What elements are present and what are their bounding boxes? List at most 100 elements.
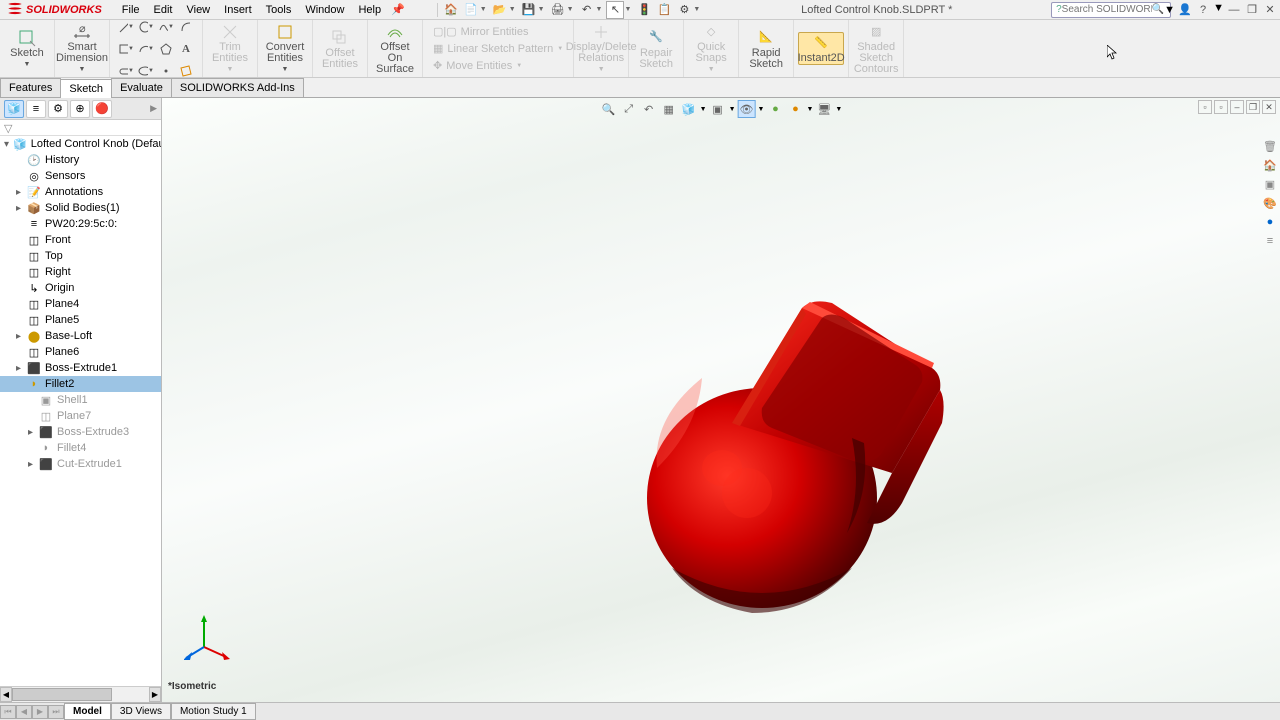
tree-solid-bodies[interactable]: ▸📦Solid Bodies(1) <box>0 200 161 216</box>
tree-root[interactable]: ▾🧊Lofted Control Knob (Default<<Default <box>0 136 161 152</box>
tree-material[interactable]: ≡PW20:29:5c:0: <box>0 216 161 232</box>
line-icon[interactable]: ▼ <box>118 19 134 35</box>
panel-next-icon[interactable]: ▶ <box>150 103 157 114</box>
instant2d-button[interactable]: 📏Instant2D <box>798 32 844 65</box>
page-prev-icon[interactable]: ◀ <box>16 705 32 719</box>
home-icon[interactable]: 🏠 <box>442 1 460 19</box>
scene-icon[interactable]: ● <box>786 100 804 118</box>
view-triad[interactable] <box>184 612 234 662</box>
tree-fillet4[interactable]: ◗Fillet4 <box>0 440 161 456</box>
tree-top[interactable]: ◫Top <box>0 248 161 264</box>
rapid-sketch-button[interactable]: 📐Rapid Sketch <box>743 28 789 70</box>
tree-boss-extrude1[interactable]: ▸⬛Boss-Extrude1 <box>0 360 161 376</box>
tab-addins[interactable]: SOLIDWORKS Add-Ins <box>171 78 304 97</box>
tab-sketch[interactable]: Sketch <box>60 79 112 98</box>
panel-tab-property[interactable]: ≡ <box>26 100 46 118</box>
search-input[interactable] <box>1062 4 1152 15</box>
page-last-icon[interactable]: ⏭ <box>48 705 64 719</box>
restore-icon[interactable]: ❐ <box>1244 2 1260 18</box>
zoom-area-icon[interactable]: ⤢ <box>620 100 638 118</box>
close-icon[interactable]: ✕ <box>1262 2 1278 18</box>
tree-cut-extrude1[interactable]: ▸⬛Cut-Extrude1 <box>0 456 161 472</box>
fillet-icon[interactable] <box>178 19 194 35</box>
menu-insert[interactable]: Insert <box>218 2 258 18</box>
polygon-icon[interactable] <box>158 41 174 57</box>
panel-tab-display[interactable]: 🔴 <box>92 100 112 118</box>
tree-shell1[interactable]: ▣Shell1 <box>0 392 161 408</box>
smart-dimension-button[interactable]: ⌀ Smart Dimension ▼ <box>59 22 105 75</box>
ellipse-icon[interactable]: ▼ <box>138 63 154 79</box>
page-first-icon[interactable]: ⏮ <box>0 705 16 719</box>
side-sphere-icon[interactable]: ● <box>1262 214 1278 230</box>
vp-restore-icon[interactable]: ❐ <box>1246 100 1260 114</box>
tree-sensors[interactable]: ◎Sensors <box>0 168 161 184</box>
plane-icon[interactable] <box>178 63 194 79</box>
tree-history[interactable]: 🕑History <box>0 152 161 168</box>
tree-fillet2[interactable]: ◗Fillet2 <box>0 376 161 392</box>
undo-icon[interactable]: ↶ <box>578 1 596 19</box>
side-select-icon[interactable]: ▣ <box>1262 176 1278 192</box>
text-icon[interactable]: A <box>178 41 194 57</box>
side-colors-icon[interactable]: 🎨 <box>1262 195 1278 211</box>
side-trash-icon[interactable]: 🗑 <box>1262 138 1278 154</box>
vp-split-icon[interactable]: ▫ <box>1198 100 1212 114</box>
arc-icon[interactable]: ▼ <box>138 41 154 57</box>
help-icon[interactable]: ? <box>1195 2 1211 18</box>
point-icon[interactable] <box>158 63 174 79</box>
tab-features[interactable]: Features <box>0 78 61 97</box>
tab-model[interactable]: Model <box>64 703 111 720</box>
filter-icon[interactable]: ▽ <box>4 123 12 135</box>
tree-front[interactable]: ◫Front <box>0 232 161 248</box>
spline-icon[interactable]: ▼ <box>158 19 174 35</box>
minimize-icon[interactable]: — <box>1226 2 1242 18</box>
options-icon[interactable]: 📋 <box>655 1 673 19</box>
rebuild-icon[interactable]: 🚦 <box>635 1 653 19</box>
tree-plane4[interactable]: ◫Plane4 <box>0 296 161 312</box>
search-icon[interactable]: 🔍 <box>1152 4 1164 15</box>
circle-icon[interactable]: ▼ <box>138 19 154 35</box>
vp-min-icon[interactable]: – <box>1230 100 1244 114</box>
sketch-button[interactable]: Sketch ▼ <box>4 28 50 70</box>
viewport-3d[interactable]: 🔍 ⤢ ↶ ▦ 🧊▼ ▣▼ 👁▼ ● ●▼ 🖥▼ ▫ ▫ – ❐ ✕ 🗑 🏠 ▣… <box>162 98 1280 702</box>
tree-plane6[interactable]: ◫Plane6 <box>0 344 161 360</box>
tab-evaluate[interactable]: Evaluate <box>111 78 172 97</box>
menu-tools[interactable]: Tools <box>260 2 298 18</box>
menu-help[interactable]: Help <box>352 2 387 18</box>
new-icon[interactable]: 📄 <box>462 1 480 19</box>
view-settings-icon[interactable]: 🖥 <box>815 100 833 118</box>
tab-motion[interactable]: Motion Study 1 <box>171 703 256 720</box>
panel-scrollbar[interactable]: ◀▶ <box>0 686 161 702</box>
tree-origin[interactable]: ↳Origin <box>0 280 161 296</box>
panel-tab-dim[interactable]: ⊕ <box>70 100 90 118</box>
offset-surface-button[interactable]: Offset On Surface <box>372 22 418 75</box>
settings-icon[interactable]: ⚙ <box>675 1 693 19</box>
section-icon[interactable]: ▦ <box>660 100 678 118</box>
tab-3dviews[interactable]: 3D Views <box>111 703 171 720</box>
vp-max-icon[interactable]: ▫ <box>1214 100 1228 114</box>
print-icon[interactable]: 🖨 <box>549 1 567 19</box>
hide-show-icon[interactable]: 👁 <box>738 100 756 118</box>
rect-icon[interactable]: ▼ <box>118 41 134 57</box>
vp-close-icon[interactable]: ✕ <box>1262 100 1276 114</box>
display-style-icon[interactable]: ▣ <box>709 100 727 118</box>
open-icon[interactable]: 📂 <box>491 1 509 19</box>
select-icon[interactable]: ↖ <box>606 1 624 19</box>
menu-window[interactable]: Window <box>299 2 350 18</box>
slot-icon[interactable]: ▼ <box>118 63 134 79</box>
search-box[interactable]: ? 🔍 ▼ <box>1051 2 1171 18</box>
user-icon[interactable]: 👤 <box>1177 2 1193 18</box>
appearance-icon[interactable]: ● <box>766 100 784 118</box>
panel-tab-config[interactable]: ⚙ <box>48 100 68 118</box>
side-home-icon[interactable]: 🏠 <box>1262 157 1278 173</box>
view-orient-icon[interactable]: 🧊 <box>680 100 698 118</box>
tree-plane7[interactable]: ◫Plane7 <box>0 408 161 424</box>
tree-right[interactable]: ◫Right <box>0 264 161 280</box>
save-icon[interactable]: 💾 <box>520 1 538 19</box>
side-list-icon[interactable]: ≡ <box>1262 233 1278 249</box>
convert-button[interactable]: Convert Entities▼ <box>262 22 308 75</box>
tree-plane5[interactable]: ◫Plane5 <box>0 312 161 328</box>
tree-annotations[interactable]: ▸📝Annotations <box>0 184 161 200</box>
prev-view-icon[interactable]: ↶ <box>640 100 658 118</box>
page-next-icon[interactable]: ▶ <box>32 705 48 719</box>
pin-icon[interactable]: 📌 <box>391 3 405 16</box>
